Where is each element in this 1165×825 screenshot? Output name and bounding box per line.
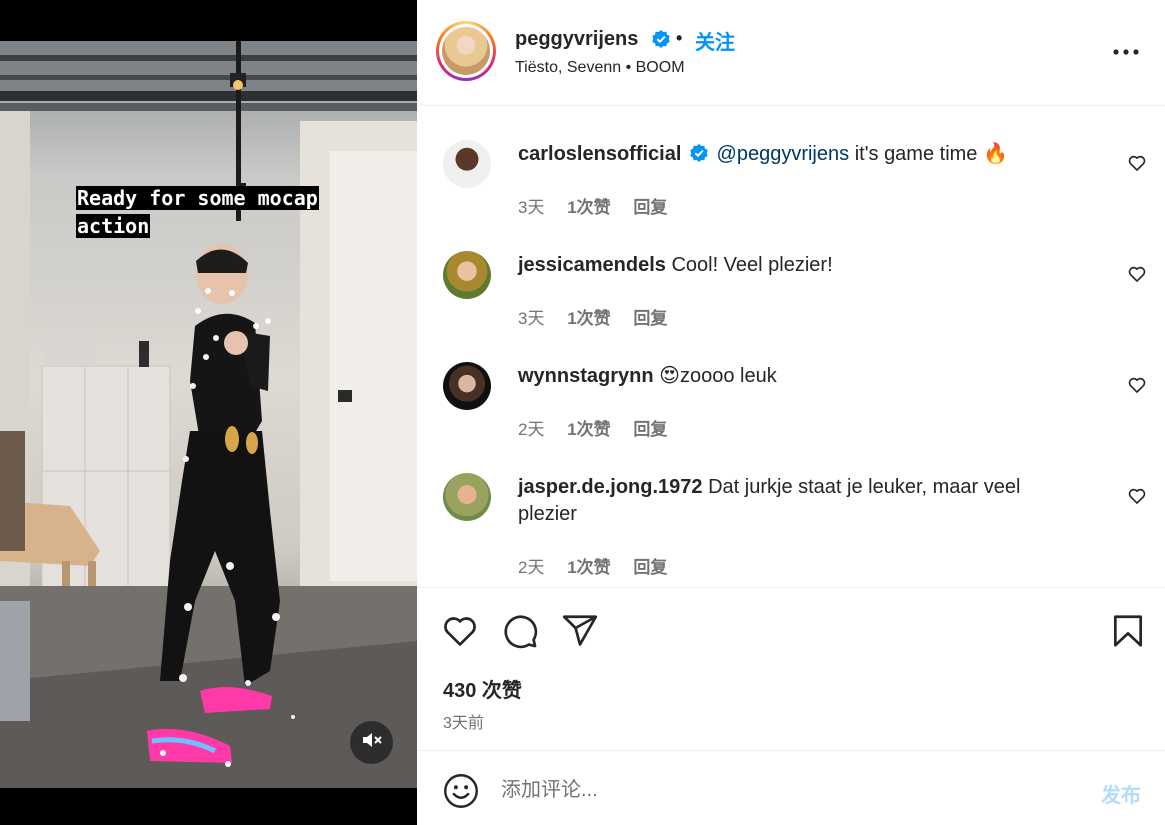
comment-icon	[501, 615, 539, 654]
comment-likes-link[interactable]: 1次赞	[567, 558, 610, 577]
post-actions-section: 430 次赞 3天前	[417, 587, 1165, 751]
comments-list[interactable]: carloslensofficial @peggyvrijens it's ga…	[417, 107, 1165, 587]
commenter-username[interactable]: jasper.de.jong.1972	[518, 476, 703, 498]
comment-mention-link[interactable]: @peggyvrijens	[717, 143, 850, 165]
video-caption-line-1: Ready for some mocap	[76, 186, 319, 210]
mute-toggle-button[interactable]	[350, 721, 393, 764]
likes-count[interactable]: 430 次赞	[443, 674, 522, 703]
share-button[interactable]	[561, 612, 599, 650]
commenter-avatar[interactable]	[443, 362, 491, 410]
comment-text: it's game time 🔥	[854, 143, 1008, 165]
comment-button[interactable]	[501, 612, 539, 650]
heart-icon	[1127, 266, 1147, 288]
comment-input[interactable]	[501, 774, 1081, 806]
comment-reply-button[interactable]: 回复	[633, 309, 667, 328]
comment-reply-button[interactable]: 回复	[633, 420, 667, 439]
reel-video[interactable]: Ready for some mocap action	[0, 41, 417, 788]
commenter-username[interactable]: wynnstagrynn	[518, 365, 654, 387]
more-options-button[interactable]	[1112, 40, 1140, 64]
comment-text: 😍zoooo leuk	[659, 365, 777, 387]
post-comment-button[interactable]: 发布	[1101, 779, 1141, 808]
comment-likes-link[interactable]: 1次赞	[567, 198, 610, 217]
follow-button[interactable]: 关注	[695, 26, 735, 55]
comment-item: jasper.de.jong.1972 Dat jurkje staat je …	[417, 440, 1165, 587]
commenter-avatar[interactable]	[443, 140, 491, 188]
author-avatar-photo	[442, 27, 490, 75]
audio-track-link[interactable]: Tiësto, Sevenn • BOOM	[515, 59, 685, 77]
comment-reply-button[interactable]: 回复	[633, 198, 667, 217]
comment-meta: 2天 1次赞 回复	[518, 553, 685, 578]
comment-text: Cool! Veel plezier!	[671, 254, 833, 276]
comment-item: wynnstagrynn 😍zoooo leuk 2天 1次赞 回复	[417, 329, 1165, 440]
video-caption: Ready for some mocap action	[76, 184, 376, 240]
post-timestamp: 3天前	[443, 715, 484, 732]
commenter-avatar[interactable]	[443, 251, 491, 299]
emoji-picker-button[interactable]	[443, 773, 479, 809]
comment-meta: 2天 1次赞 回复	[518, 415, 685, 440]
comment-meta: 3天 1次赞 回复	[518, 193, 685, 218]
video-caption-line-2: action	[76, 214, 151, 238]
more-options-icon	[1112, 49, 1140, 68]
comment-meta: 3天 1次赞 回复	[518, 304, 685, 329]
video-frame-illustration	[0, 41, 417, 788]
comment-like-button[interactable]	[1127, 153, 1147, 173]
comment-time: 3天	[518, 198, 545, 217]
comment-item: jessicamendels Cool! Veel plezier! 3天 1次…	[417, 218, 1165, 329]
bookmark-icon	[1109, 615, 1147, 654]
commenter-username[interactable]: carloslensofficial	[518, 143, 681, 165]
comment-time: 3天	[518, 309, 545, 328]
comment-likes-link[interactable]: 1次赞	[567, 420, 610, 439]
header-separator: •	[676, 28, 683, 48]
post-media: Ready for some mocap action	[0, 0, 417, 825]
verified-badge-icon	[689, 143, 709, 171]
verified-badge-icon	[651, 29, 671, 54]
like-post-button[interactable]	[441, 612, 479, 650]
comment-likes-link[interactable]: 1次赞	[567, 309, 610, 328]
post-side-panel: peggyvrijens • 关注 Tiësto, Sevenn • BOOM …	[417, 0, 1165, 825]
comment-like-button[interactable]	[1127, 264, 1147, 284]
comment-composer: 发布	[417, 752, 1165, 825]
share-icon	[561, 615, 599, 654]
author-username-link[interactable]: peggyvrijens	[515, 28, 638, 51]
commenter-username[interactable]: jessicamendels	[518, 254, 666, 276]
comment-item: carloslensofficial @peggyvrijens it's ga…	[417, 107, 1165, 218]
heart-icon	[1127, 488, 1147, 510]
mute-icon	[362, 731, 382, 754]
heart-icon	[1127, 155, 1147, 177]
heart-icon	[441, 617, 479, 654]
comment-time: 2天	[518, 420, 545, 439]
comment-reply-button[interactable]: 回复	[633, 558, 667, 577]
post-header: peggyvrijens • 关注 Tiësto, Sevenn • BOOM	[417, 0, 1165, 106]
comment-like-button[interactable]	[1127, 375, 1147, 395]
heart-icon	[1127, 377, 1147, 399]
author-avatar[interactable]	[436, 21, 496, 81]
emoji-icon	[443, 774, 479, 813]
save-post-button[interactable]	[1109, 612, 1147, 650]
comment-like-button[interactable]	[1127, 486, 1147, 506]
comment-time: 2天	[518, 558, 545, 577]
commenter-avatar[interactable]	[443, 473, 491, 521]
